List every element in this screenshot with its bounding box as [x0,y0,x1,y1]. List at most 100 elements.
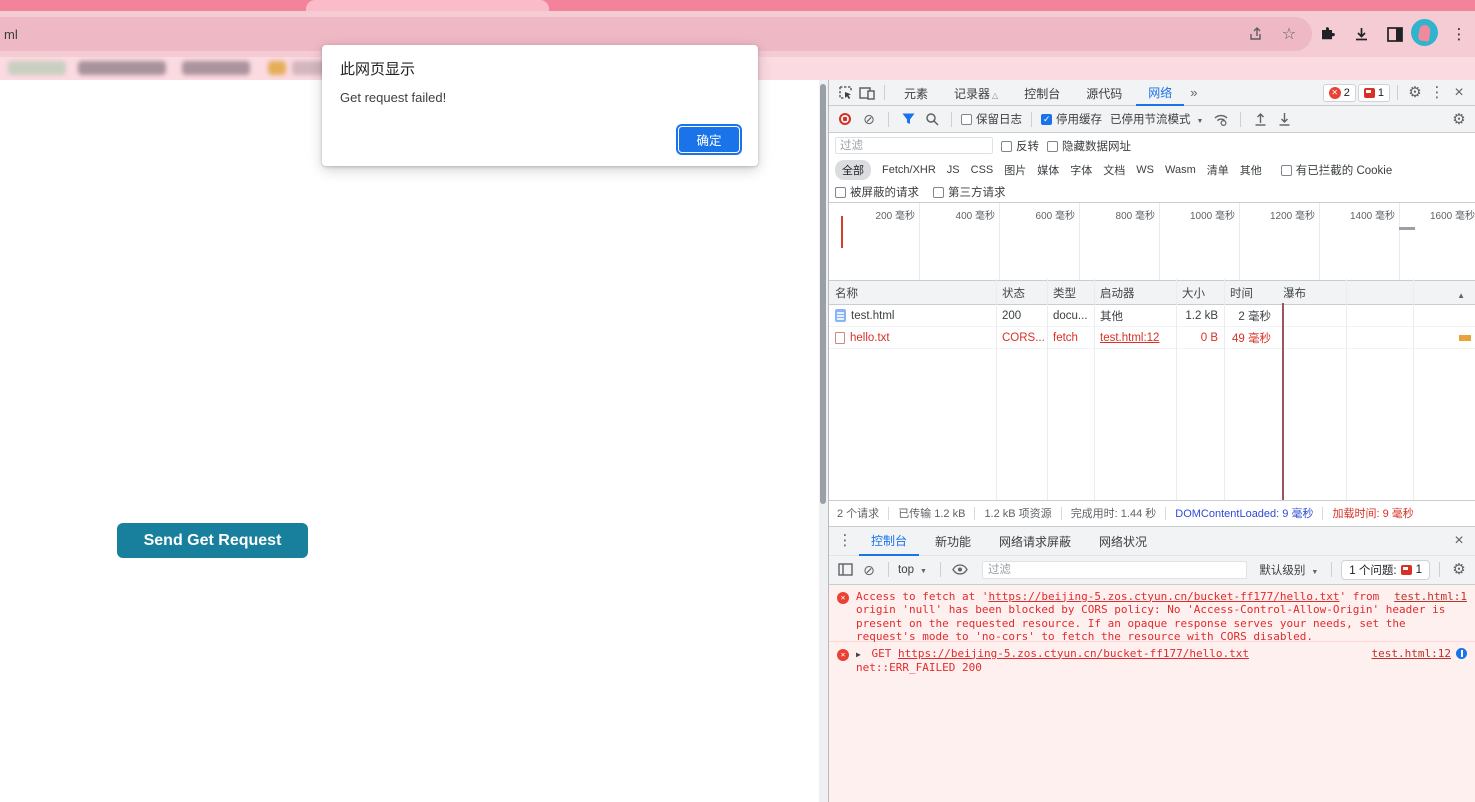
console-error-get-failed[interactable]: ✕ test.html:12 ▶ GET https://beijing-5.z… [829,642,1475,802]
waterfall-request-bar [1459,335,1471,341]
expand-triangle-icon[interactable]: ▶ [856,650,861,659]
more-filters-row: 被屏蔽的请求 第三方请求 [829,181,1475,203]
drawer-menu-icon[interactable]: ⋮ [835,531,855,551]
share-icon[interactable] [1244,22,1268,46]
column-waterfall[interactable]: 瀑布▲ [1277,285,1475,301]
drawer-tab-whats-new[interactable]: 新功能 [923,526,983,555]
source-link[interactable]: test.html:1 [1394,590,1467,604]
timeline-tick: 400 毫秒 [925,207,995,222]
column-size[interactable]: 大小 [1176,285,1224,301]
filter-pill-js[interactable]: JS [947,164,960,176]
devtools-close-icon[interactable]: × [1449,83,1469,103]
network-summary-bar: 2 个请求 已传输 1.2 kB 1.2 kB 项资源 完成用时: 1.44 秒… [829,500,1475,526]
drawer-tab-network-blocking[interactable]: 网络请求屏蔽 [987,526,1083,555]
column-initiator[interactable]: 启动器 [1094,285,1176,301]
request-row-test-html[interactable]: test.html 200 docu... 其他 1.2 kB 2 毫秒 [829,305,1475,327]
dialog-ok-button[interactable]: 确定 [678,126,740,153]
log-level-select[interactable]: 默认级别▼ [1259,562,1322,578]
side-panel-icon[interactable] [1383,22,1407,46]
tab-recorder[interactable]: 记录器△ [942,80,1010,105]
issue-flag-icon [1364,88,1375,98]
browser-menu-icon[interactable]: ⋮ [1447,22,1471,46]
sort-arrow-icon: ▲ [1457,291,1465,300]
blocked-requests-checkbox[interactable]: 被屏蔽的请求 [835,184,919,200]
settings-gear-icon[interactable]: ⚙ [1405,83,1425,103]
filter-pill-doc[interactable]: 文档 [1103,162,1125,178]
column-type[interactable]: 类型 [1047,285,1094,301]
console-filter-input[interactable] [982,561,1247,579]
context-selector[interactable]: top▼ [898,564,931,576]
filter-pill-manifest[interactable]: 清单 [1207,162,1229,178]
console-settings-gear-icon[interactable]: ⚙ [1449,560,1469,580]
network-settings-gear-icon[interactable]: ⚙ [1449,109,1469,129]
record-network-log-icon[interactable] [835,109,855,129]
request-row-hello-txt[interactable]: hello.txt CORS... fetch test.html:12 0 B… [829,327,1475,349]
column-time[interactable]: 时间 [1224,285,1277,301]
drawer-tab-network-conditions[interactable]: 网络状况 [1087,526,1159,555]
download-icon[interactable] [1349,22,1373,46]
network-conditions-icon[interactable] [1211,109,1231,129]
extensions-icon[interactable] [1315,22,1339,46]
inspect-element-icon[interactable] [835,83,855,103]
network-filter-input[interactable] [835,137,993,154]
bookmark-star-icon[interactable]: ☆ [1277,22,1301,46]
third-party-requests-checkbox[interactable]: 第三方请求 [933,184,1006,200]
avatar[interactable] [1411,19,1438,46]
more-tabs-icon[interactable]: » [1186,85,1201,100]
export-har-icon[interactable] [1274,109,1294,129]
filter-pill-wasm[interactable]: Wasm [1165,164,1196,176]
drawer-close-icon[interactable]: × [1449,531,1469,551]
issue-info-icon[interactable] [1456,648,1467,659]
filter-funnel-icon[interactable] [898,109,918,129]
filter-pill-ws[interactable]: WS [1136,164,1154,176]
clear-console-icon[interactable]: ⊘ [859,560,879,580]
filter-pill-img[interactable]: 图片 [1004,162,1026,178]
filter-pill-media[interactable]: 媒体 [1037,162,1059,178]
blocked-cookies-checkbox[interactable]: 有已拦截的 Cookie [1281,162,1393,178]
column-status[interactable]: 状态 [996,285,1047,301]
filter-pill-css[interactable]: CSS [971,164,994,176]
clear-network-log-icon[interactable]: ⊘ [859,109,879,129]
request-url-link[interactable]: https://beijing-5.zos.ctyun.cn/bucket-ff… [898,647,1249,660]
disable-cache-checkbox[interactable]: 停用缓存 [1041,111,1102,127]
error-badge[interactable]: ✕2 [1323,84,1356,102]
search-icon[interactable] [922,109,942,129]
throttling-select[interactable]: 已停用节流模式▼ [1110,111,1207,127]
page-scrollbar-thumb[interactable] [820,84,826,504]
bookmark-item[interactable] [78,61,166,75]
timeline-tick: 600 毫秒 [1005,207,1075,222]
page-scrollbar[interactable] [819,80,828,802]
request-url-link[interactable]: https://beijing-5.zos.ctyun.cn/bucket-ff… [988,590,1339,603]
tab-elements[interactable]: 元素 [892,80,940,105]
invert-filter-checkbox[interactable]: 反转 [1001,138,1039,154]
import-har-icon[interactable] [1250,109,1270,129]
filter-pill-other[interactable]: 其他 [1240,162,1262,178]
console-error-cors[interactable]: ✕ test.html:1 Access to fetch at 'https:… [829,585,1475,642]
send-get-request-button[interactable]: Send Get Request [117,523,308,558]
console-sidebar-icon[interactable] [835,560,855,580]
tab-sources[interactable]: 源代码 [1074,80,1134,105]
filter-pill-fetch-xhr[interactable]: Fetch/XHR [882,164,936,176]
device-toolbar-icon[interactable] [857,83,877,103]
dialog-title: 此网页显示 [340,58,415,79]
source-link-wrap[interactable]: test.html:12 [1372,647,1467,661]
live-expression-eye-icon[interactable] [950,560,970,580]
issues-link[interactable]: 1 个问题: 1 [1341,560,1430,580]
initiator-link[interactable]: test.html:12 [1100,332,1159,344]
filter-pill-all[interactable]: 全部 [835,160,871,180]
hide-data-urls-checkbox[interactable]: 隐藏数据网址 [1047,138,1131,154]
devtools-menu-icon[interactable]: ⋮ [1427,83,1447,103]
tab-network[interactable]: 网络 [1136,79,1184,106]
browser-tab[interactable] [306,0,549,11]
bookmark-item[interactable] [8,61,66,75]
timeline-tick: 1400 毫秒 [1325,207,1395,222]
bookmark-folder-icon[interactable] [268,61,286,75]
filter-pill-font[interactable]: 字体 [1070,162,1092,178]
issues-badge[interactable]: 1 [1358,84,1390,102]
tab-console[interactable]: 控制台 [1012,80,1072,105]
network-overview-timeline[interactable]: 200 毫秒 400 毫秒 600 毫秒 800 毫秒 1000 毫秒 1200… [829,203,1475,281]
column-name[interactable]: 名称 [829,285,996,301]
bookmark-item[interactable] [182,61,250,75]
preserve-log-checkbox[interactable]: 保留日志 [961,111,1022,127]
drawer-tab-console[interactable]: 控制台 [859,525,919,556]
